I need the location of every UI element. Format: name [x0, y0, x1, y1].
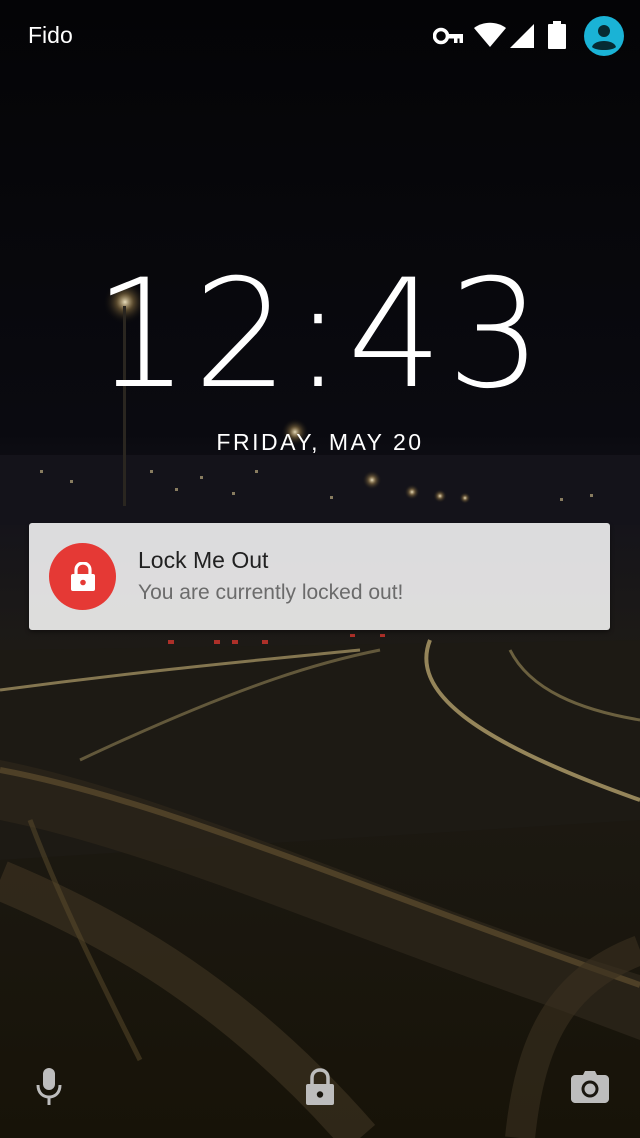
lock-icon	[71, 562, 95, 591]
cell-signal-icon	[510, 24, 534, 48]
vpn-key-icon	[433, 27, 463, 45]
lockscreen-clock: 12:43	[93, 248, 547, 422]
microphone-icon[interactable]	[35, 1067, 63, 1107]
lock-icon[interactable]	[304, 1068, 336, 1106]
carrier-name: Fido	[28, 22, 73, 48]
notification-card[interactable]: Lock Me Out You are currently locked out…	[29, 523, 610, 630]
camera-icon[interactable]	[571, 1071, 609, 1103]
user-avatar-icon[interactable]	[584, 16, 624, 56]
notification-title: Lock Me Out	[138, 547, 269, 573]
lockscreen-date: FRIDAY, MAY 20	[216, 429, 424, 455]
notification-app-icon	[49, 543, 116, 610]
battery-icon	[548, 21, 566, 49]
wifi-icon	[474, 22, 506, 47]
notification-text: You are currently locked out!	[138, 581, 404, 604]
status-bar: Fido	[0, 0, 640, 72]
